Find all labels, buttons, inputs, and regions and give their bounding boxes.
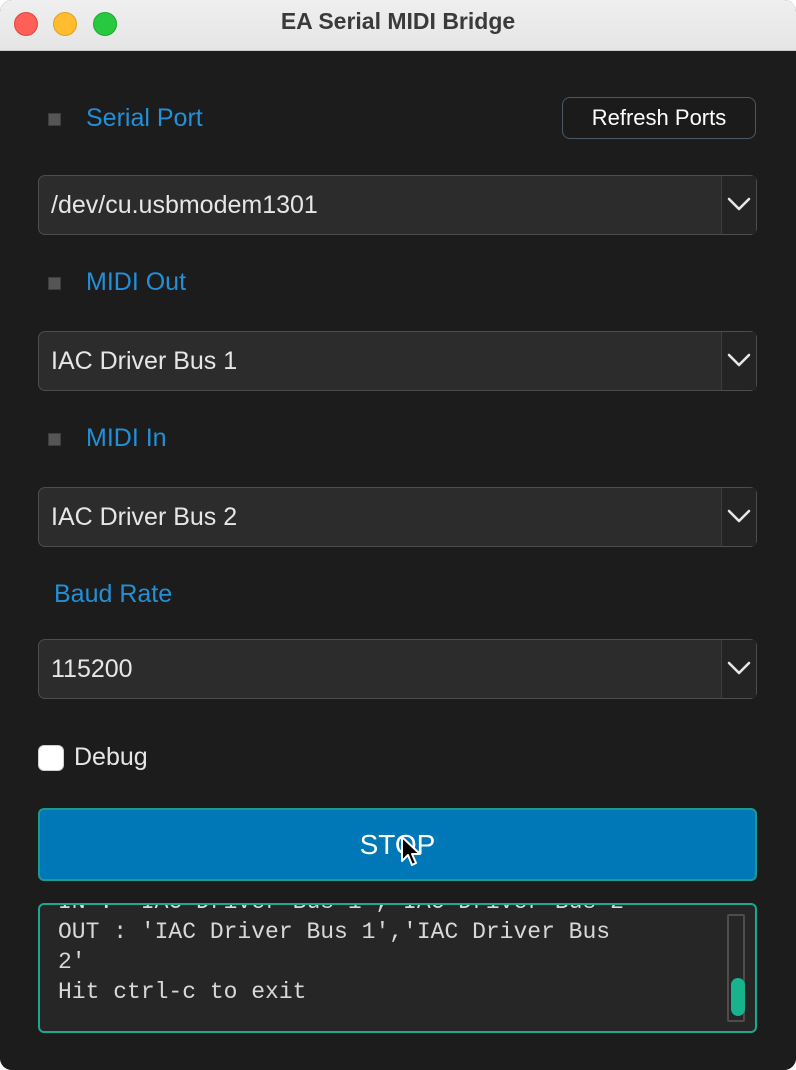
main-panel: Serial Port Refresh Ports /dev/cu.usbmod… xyxy=(0,51,796,1070)
midi-in-label: MIDI In xyxy=(86,424,167,452)
serial-port-select[interactable]: /dev/cu.usbmodem1301 xyxy=(38,175,757,235)
console-scrollbar[interactable] xyxy=(727,914,745,1022)
serial-port-label: Serial Port xyxy=(86,104,203,132)
console-line: 2' xyxy=(58,949,86,975)
midi-out-select[interactable]: IAC Driver Bus 1 xyxy=(38,331,757,391)
debug-checkbox[interactable] xyxy=(38,745,64,771)
window-title: EA Serial MIDI Bridge xyxy=(280,8,516,34)
midi-in-select[interactable]: IAC Driver Bus 2 xyxy=(38,487,757,547)
console-line: OUT : 'IAC Driver Bus 1','IAC Driver Bus xyxy=(58,919,611,945)
chevron-down-icon[interactable] xyxy=(721,488,756,546)
debug-label[interactable]: Debug xyxy=(74,743,148,772)
baud-rate-label: Baud Rate xyxy=(54,580,173,608)
serial-port-select-value: /dev/cu.usbmodem1301 xyxy=(51,191,318,219)
console-output[interactable]: IN : 'IAC Driver Bus 1','IAC Driver Bus … xyxy=(38,903,757,1033)
console-lines: IN : 'IAC Driver Bus 1','IAC Driver Bus … xyxy=(58,905,718,1007)
app-window: EA Serial MIDI Bridge Serial Port Refres… xyxy=(0,0,796,1070)
baud-rate-select[interactable]: 115200 xyxy=(38,639,757,699)
refresh-ports-button[interactable]: Refresh Ports xyxy=(562,97,756,139)
title-bar: EA Serial MIDI Bridge xyxy=(0,0,796,51)
console-scrollbar-thumb[interactable] xyxy=(731,978,745,1016)
midi-out-indicator-icon xyxy=(48,277,61,290)
serial-port-indicator-icon xyxy=(48,113,61,126)
stop-button[interactable]: STOP xyxy=(38,808,757,881)
chevron-down-icon[interactable] xyxy=(721,332,756,390)
chevron-down-icon[interactable] xyxy=(721,640,756,698)
console-line: IN : 'IAC Driver Bus 1','IAC Driver Bus … xyxy=(58,905,718,917)
midi-out-select-value: IAC Driver Bus 1 xyxy=(51,347,238,375)
midi-out-label: MIDI Out xyxy=(86,268,187,296)
baud-rate-select-value: 115200 xyxy=(51,655,133,683)
chevron-down-icon[interactable] xyxy=(721,176,756,234)
arrow-cursor-icon xyxy=(401,836,421,866)
midi-in-indicator-icon xyxy=(48,433,61,446)
console-line: Hit ctrl-c to exit xyxy=(58,979,307,1005)
midi-in-select-value: IAC Driver Bus 2 xyxy=(51,503,238,531)
